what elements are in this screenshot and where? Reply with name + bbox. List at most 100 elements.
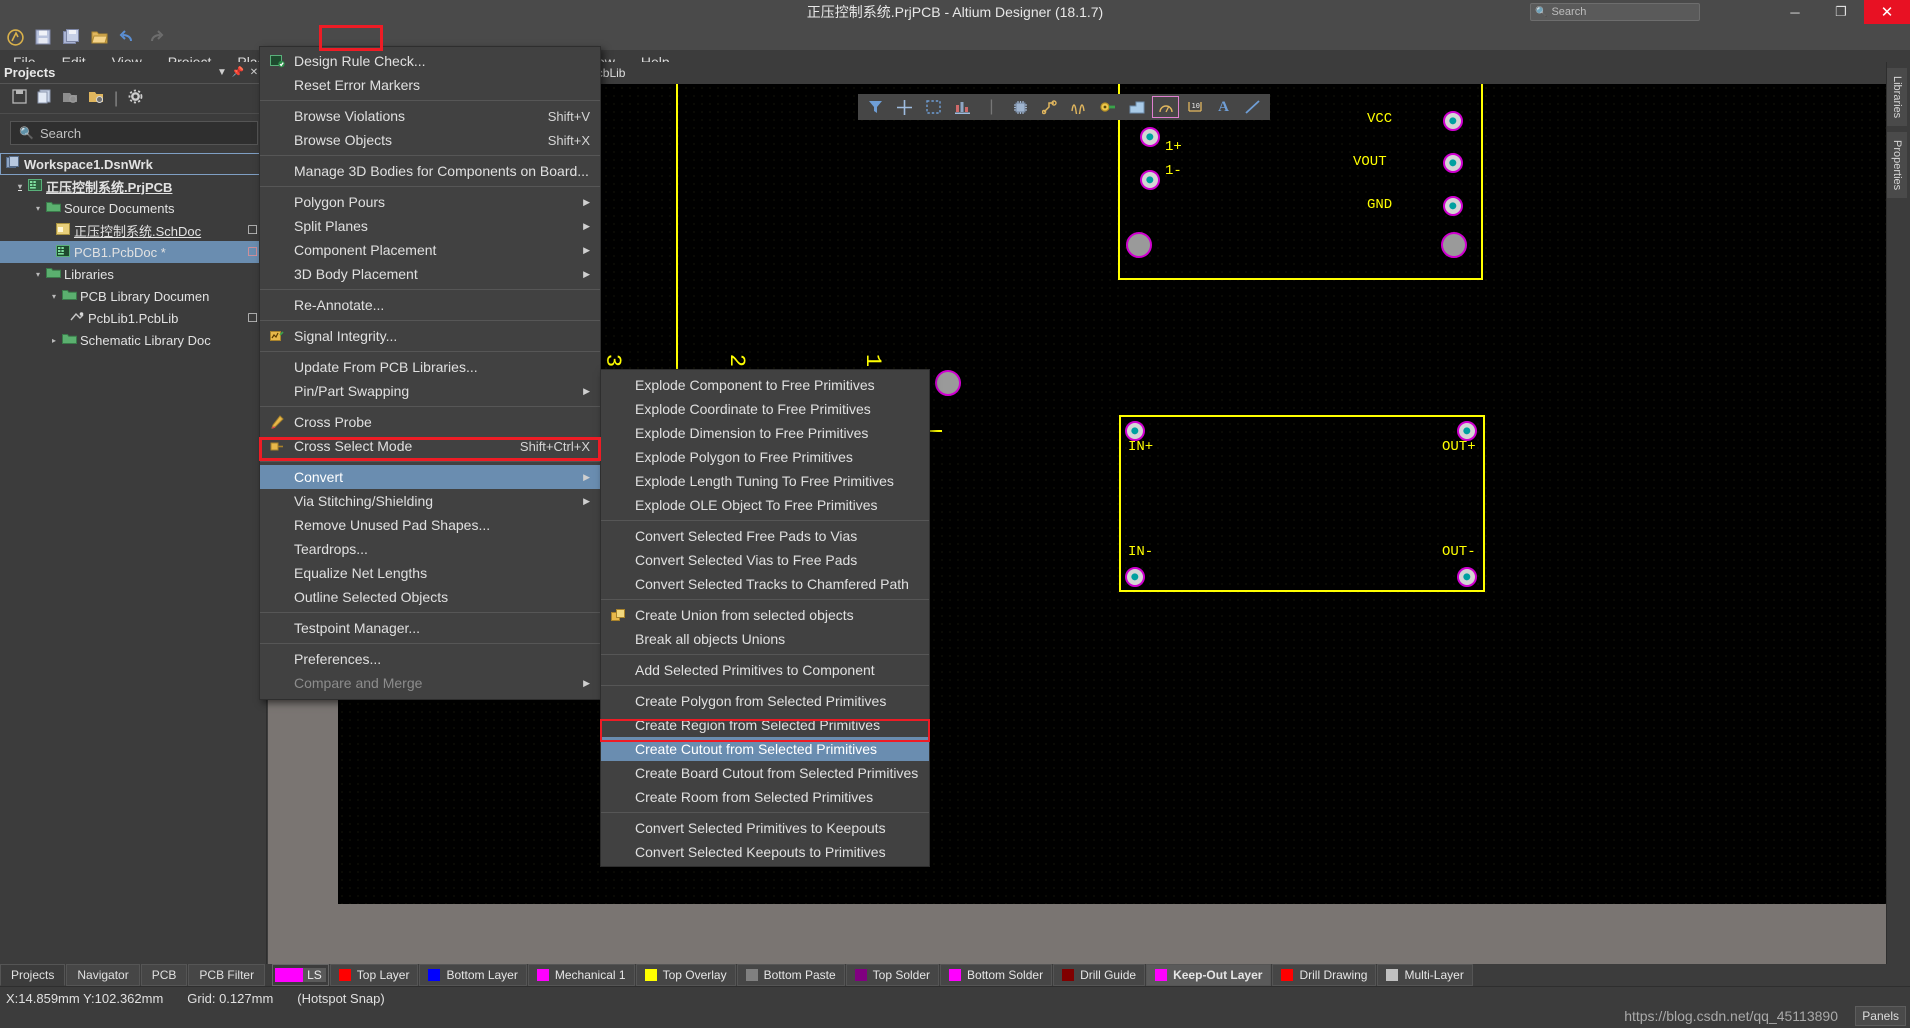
menu-item-outline-selected-objects[interactable]: Outline Selected Objects [260,585,600,609]
text-icon[interactable]: A [1210,96,1237,118]
pcb-pad[interactable] [1125,567,1145,587]
pcb-pad[interactable] [1140,170,1160,190]
menu-item-equalize-net-lengths[interactable]: Equalize Net Lengths [260,561,600,585]
undo-icon[interactable] [114,25,140,49]
tree-item-source-documents[interactable]: ▾ Source Documents [0,197,266,219]
pcb-pad[interactable] [1457,567,1477,587]
pin-icon[interactable]: 📌 [230,67,246,78]
menu-item-split-planes[interactable]: Split Planes ▶ [260,214,600,238]
menu-item-create-cutout-from-selected-primitives[interactable]: Create Cutout from Selected Primitives [601,737,929,761]
chevron-down-icon[interactable]: ▾ [32,204,44,213]
panel-tab-navigator[interactable]: Navigator [66,964,140,986]
menu-item-teardrops[interactable]: Teardrops... [260,537,600,561]
menu-item-create-polygon-from-selected-primitives[interactable]: Create Polygon from Selected Primitives [601,689,929,713]
layer-tab-top-layer[interactable]: Top Layer [329,964,419,986]
menu-item-convert-selected-free-pads-to-vias[interactable]: Convert Selected Free Pads to Vias [601,524,929,548]
pcb-pad[interactable] [1140,127,1160,147]
tree-item-project[interactable]: ▾ 正压控制系统.PrjPCB [0,175,266,197]
pcb-pad[interactable] [1125,421,1145,441]
panels-button[interactable]: Panels [1855,1006,1906,1026]
menu-item-convert-selected-keepouts-to-primitives[interactable]: Convert Selected Keepouts to Primitives [601,840,929,864]
chevron-down-icon[interactable]: ▾ [14,182,26,191]
menu-item-manage-3d-bodies[interactable]: Manage 3D Bodies for Components on Board… [260,159,600,183]
layer-tab-drill-drawing[interactable]: Drill Drawing [1272,964,1377,986]
menu-item-convert-selected-primitives-to-keepouts[interactable]: Convert Selected Primitives to Keepouts [601,816,929,840]
filter-icon[interactable] [862,96,889,118]
net-icon[interactable] [1065,96,1092,118]
pcb-pad[interactable] [1457,421,1477,441]
line-icon[interactable] [1239,96,1266,118]
menu-item-signal-integrity[interactable]: Signal Integrity... [260,324,600,348]
tree-item-pcbdoc[interactable]: PCB1.PcbDoc * ☐ [0,241,266,263]
layer-tab-bottom-paste[interactable]: Bottom Paste [736,964,845,986]
menu-item-cross-probe[interactable]: Cross Probe [260,410,600,434]
dimension-icon[interactable]: 10 [1181,96,1208,118]
pcb-mounting-hole[interactable] [1126,232,1152,258]
copy-project-icon[interactable] [37,89,52,109]
menu-item-component-placement[interactable]: Component Placement ▶ [260,238,600,262]
menu-item-break-all-objects-unions[interactable]: Break all objects Unions [601,627,929,651]
selection-box-icon[interactable] [920,96,947,118]
menu-item-add-selected-primitives-to-component[interactable]: Add Selected Primitives to Component [601,658,929,682]
menu-item-testpoint-manager[interactable]: Testpoint Manager... [260,616,600,640]
component-icon[interactable] [1007,96,1034,118]
menu-item-convert-selected-tracks-to-chamfered-path[interactable]: Convert Selected Tracks to Chamfered Pat… [601,572,929,596]
pcb-mounting-hole[interactable] [935,370,961,396]
menu-item-update-from-pcb-libraries[interactable]: Update From PCB Libraries... [260,355,600,379]
menu-item-create-union-from-selected-objects[interactable]: Create Union from selected objects [601,603,929,627]
menu-item-create-room-from-selected-primitives[interactable]: Create Room from Selected Primitives [601,785,929,809]
dock-tab-libraries[interactable]: Libraries [1887,68,1907,127]
pcb-pad[interactable] [1443,196,1463,216]
tree-item-schematic-library-documents[interactable]: ▸ Schematic Library Doc [0,329,266,351]
menu-item-explode-component-to-free-primitives[interactable]: Explode Component to Free Primitives [601,373,929,397]
gear-icon[interactable] [128,89,143,109]
global-search-input[interactable]: 🔍 Search [1530,3,1700,21]
layer-tab-bottom-layer[interactable]: Bottom Layer [419,964,527,986]
panel-tab-projects[interactable]: Projects [0,964,66,986]
menu-item-3d-body-placement[interactable]: 3D Body Placement ▶ [260,262,600,286]
layer-tab-top-solder[interactable]: Top Solder [845,964,940,986]
menu-item-design-rule-check[interactable]: Design Rule Check... [260,49,600,73]
layer-tab-keep-out-layer[interactable]: Keep-Out Layer [1146,964,1272,986]
menu-item-browse-violations[interactable]: Browse Violations Shift+V [260,104,600,128]
menu-item-explode-polygon-to-free-primitives[interactable]: Explode Polygon to Free Primitives [601,445,929,469]
dock-tab-properties[interactable]: Properties [1887,132,1907,199]
menu-item-preferences[interactable]: Preferences... [260,647,600,671]
arc-icon[interactable] [1152,96,1179,118]
panel-tab-pcb-filter[interactable]: PCB Filter [188,964,266,986]
pcb-pad[interactable] [1443,153,1463,173]
tree-item-pcb-library-documents[interactable]: ▾ PCB Library Documen [0,285,266,307]
save-icon[interactable] [30,25,56,49]
pcb-mounting-hole[interactable] [1441,232,1467,258]
menu-item-reset-error-markers[interactable]: Reset Error Markers [260,73,600,97]
projects-search-input[interactable]: 🔍 Search [10,121,258,145]
tree-item-schdoc[interactable]: 正压控制系统.SchDoc ☐ [0,219,266,241]
menu-item-via-stitching-shielding[interactable]: Via Stitching/Shielding ▶ [260,489,600,513]
chevron-down-icon[interactable]: ▼ [214,67,230,78]
chevron-right-icon[interactable]: ▸ [48,336,60,345]
menu-item-re-annotate[interactable]: Re-Annotate... [260,293,600,317]
layer-tab-mechanical-1[interactable]: Mechanical 1 [527,964,635,986]
via-icon[interactable] [1094,96,1121,118]
compile-icon[interactable] [62,89,78,109]
menu-item-browse-objects[interactable]: Browse Objects Shift+X [260,128,600,152]
maximize-button[interactable]: ❐ [1818,0,1864,24]
layer-tab-drill-guide[interactable]: Drill Guide [1053,964,1146,986]
menu-item-explode-coordinate-to-free-primitives[interactable]: Explode Coordinate to Free Primitives [601,397,929,421]
crosshair-icon[interactable] [891,96,918,118]
close-button[interactable]: ✕ [1864,0,1910,24]
folder-options-icon[interactable] [88,89,104,109]
menu-item-explode-ole-object-to-free-primitives[interactable]: Explode OLE Object To Free Primitives [601,493,929,517]
layer-selector[interactable]: LS [272,964,329,986]
bar-chart-icon[interactable] [949,96,976,118]
save-icon[interactable] [12,88,27,109]
pcb-pad[interactable] [1443,111,1463,131]
tree-item-pcblib[interactable]: PcbLib1.PcbLib ☐ [0,307,266,329]
polygon-icon[interactable] [1123,96,1150,118]
minimize-button[interactable]: ─ [1772,0,1818,24]
layer-tab-top-overlay[interactable]: Top Overlay [635,964,736,986]
tree-item-libraries[interactable]: ▾ Libraries [0,263,266,285]
layer-tab-multi-layer[interactable]: Multi-Layer [1377,964,1473,986]
menu-item-cross-select-mode[interactable]: Cross Select Mode Shift+Ctrl+X [260,434,600,458]
menu-item-polygon-pours[interactable]: Polygon Pours ▶ [260,190,600,214]
